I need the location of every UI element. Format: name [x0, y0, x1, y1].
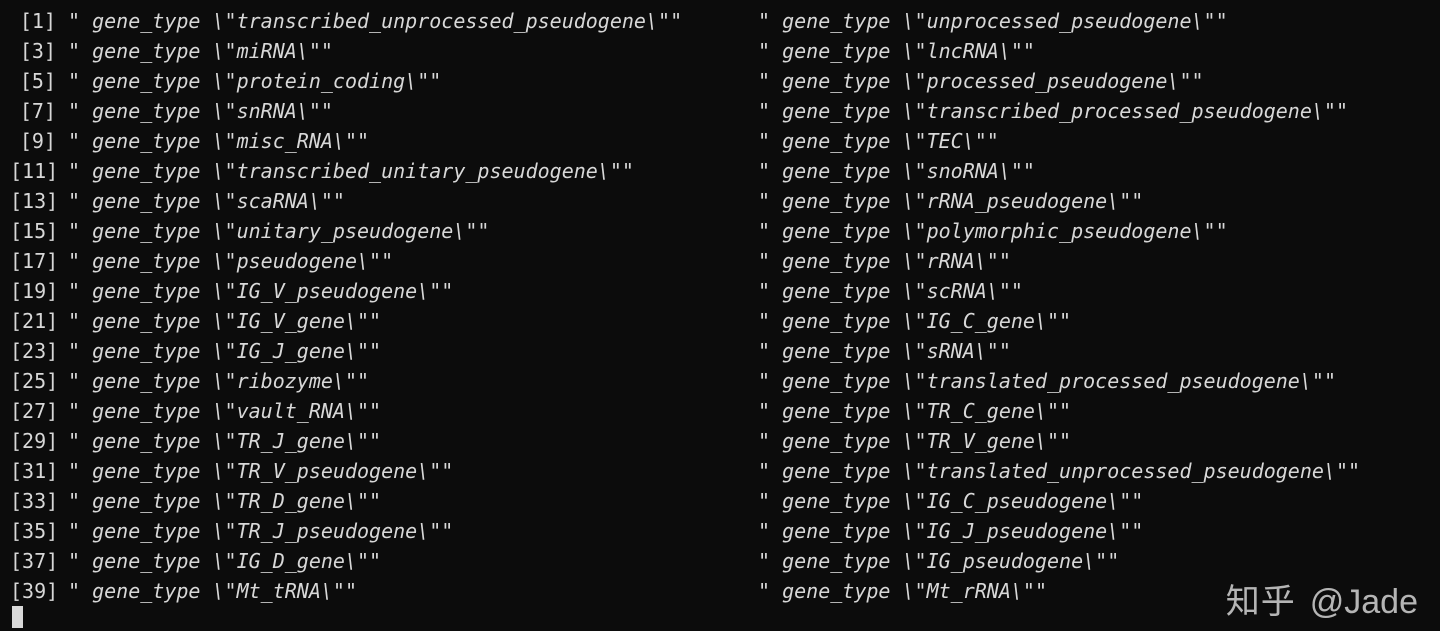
vector-element: " gene_type \"IG_V_pseudogene\"": [68, 276, 758, 306]
vector-element: " gene_type \"scRNA\"": [758, 276, 1430, 306]
output-row: [3] " gene_type \"miRNA\""" gene_type \"l…: [10, 36, 1430, 66]
row-index: [1]: [10, 6, 56, 36]
vector-element: " gene_type \"rRNA\"": [758, 246, 1430, 276]
row-index: [35]: [10, 516, 56, 546]
vector-element: " gene_type \"transcribed_unprocessed_ps…: [68, 6, 758, 36]
output-row: [37] " gene_type \"IG_D_gene\""" gene_typ…: [10, 546, 1430, 576]
vector-element: " gene_type \"IG_C_gene\"": [758, 306, 1430, 336]
row-index: [23]: [10, 336, 56, 366]
output-row: [33] " gene_type \"TR_D_gene\""" gene_typ…: [10, 486, 1430, 516]
output-row: [9] " gene_type \"misc_RNA\""" gene_type …: [10, 126, 1430, 156]
row-index: [27]: [10, 396, 56, 426]
vector-element: " gene_type \"IG_D_gene\"": [68, 546, 758, 576]
row-index: [11]: [10, 156, 56, 186]
output-row: [25] " gene_type \"ribozyme\""" gene_type…: [10, 366, 1430, 396]
output-row: [29] " gene_type \"TR_J_gene\""" gene_typ…: [10, 426, 1430, 456]
vector-element: " gene_type \"transcribed_unitary_pseudo…: [68, 156, 758, 186]
row-index: [7]: [10, 96, 56, 126]
vector-element: " gene_type \"translated_processed_pseud…: [758, 366, 1430, 396]
row-index: [17]: [10, 246, 56, 276]
vector-element: " gene_type \"snoRNA\"": [758, 156, 1430, 186]
vector-element: " gene_type \"vault_RNA\"": [68, 396, 758, 426]
output-row: [1] " gene_type \"transcribed_unprocessed…: [10, 6, 1430, 36]
output-row: [17] " gene_type \"pseudogene\""" gene_ty…: [10, 246, 1430, 276]
output-row: [19] " gene_type \"IG_V_pseudogene\""" ge…: [10, 276, 1430, 306]
row-index: [19]: [10, 276, 56, 306]
vector-element: " gene_type \"IG_C_pseudogene\"": [758, 486, 1430, 516]
output-row: [31] " gene_type \"TR_V_pseudogene\""" ge…: [10, 456, 1430, 486]
vector-element: " gene_type \"lncRNA\"": [758, 36, 1430, 66]
row-index: [13]: [10, 186, 56, 216]
row-index: [39]: [10, 576, 56, 606]
row-index: [25]: [10, 366, 56, 396]
vector-element: " gene_type \"TR_J_pseudogene\"": [68, 516, 758, 546]
vector-element: " gene_type \"TR_C_gene\"": [758, 396, 1430, 426]
vector-element: " gene_type \"sRNA\"": [758, 336, 1430, 366]
output-row: [23] " gene_type \"IG_J_gene\""" gene_typ…: [10, 336, 1430, 366]
output-row: [35] " gene_type \"TR_J_pseudogene\""" ge…: [10, 516, 1430, 546]
vector-element: " gene_type \"protein_coding\"": [68, 66, 758, 96]
vector-element: " gene_type \"translated_unprocessed_pse…: [758, 456, 1430, 486]
vector-element: " gene_type \"ribozyme\"": [68, 366, 758, 396]
row-index: [3]: [10, 36, 56, 66]
output-row: [27] " gene_type \"vault_RNA\""" gene_typ…: [10, 396, 1430, 426]
vector-element: " gene_type \"TEC\"": [758, 126, 1430, 156]
row-index: [37]: [10, 546, 56, 576]
output-row: [7] " gene_type \"snRNA\""" gene_type \"t…: [10, 96, 1430, 126]
output-row: [21] " gene_type \"IG_V_gene\""" gene_typ…: [10, 306, 1430, 336]
row-index: [5]: [10, 66, 56, 96]
prompt-line[interactable]: [10, 606, 1430, 631]
cursor-icon: [12, 606, 23, 628]
vector-element: " gene_type \"IG_J_pseudogene\"": [758, 516, 1430, 546]
vector-element: " gene_type \"transcribed_processed_pseu…: [758, 96, 1430, 126]
row-index: [15]: [10, 216, 56, 246]
row-index: [33]: [10, 486, 56, 516]
vector-element: " gene_type \"snRNA\"": [68, 96, 758, 126]
vector-element: " gene_type \"Mt_rRNA\"": [758, 576, 1430, 606]
output-row: [39] " gene_type \"Mt_tRNA\""" gene_type …: [10, 576, 1430, 606]
vector-element: " gene_type \"polymorphic_pseudogene\"": [758, 216, 1430, 246]
output-row: [5] " gene_type \"protein_coding\""" gene…: [10, 66, 1430, 96]
output-row: [13] " gene_type \"scaRNA\""" gene_type \…: [10, 186, 1430, 216]
vector-element: " gene_type \"TR_J_gene\"": [68, 426, 758, 456]
row-index: [21]: [10, 306, 56, 336]
vector-element: " gene_type \"miRNA\"": [68, 36, 758, 66]
vector-element: " gene_type \"IG_pseudogene\"": [758, 546, 1430, 576]
row-index: [31]: [10, 456, 56, 486]
vector-element: " gene_type \"IG_V_gene\"": [68, 306, 758, 336]
output-row: [15] " gene_type \"unitary_pseudogene\"""…: [10, 216, 1430, 246]
vector-element: " gene_type \"unprocessed_pseudogene\"": [758, 6, 1430, 36]
row-index: [29]: [10, 426, 56, 456]
vector-element: " gene_type \"misc_RNA\"": [68, 126, 758, 156]
vector-element: " gene_type \"pseudogene\"": [68, 246, 758, 276]
vector-element: " gene_type \"processed_pseudogene\"": [758, 66, 1430, 96]
vector-element: " gene_type \"Mt_tRNA\"": [68, 576, 758, 606]
output-row: [11] " gene_type \"transcribed_unitary_ps…: [10, 156, 1430, 186]
terminal-output: [1] " gene_type \"transcribed_unprocessed…: [0, 0, 1440, 631]
row-index: [9]: [10, 126, 56, 156]
vector-element: " gene_type \"TR_V_gene\"": [758, 426, 1430, 456]
vector-element: " gene_type \"scaRNA\"": [68, 186, 758, 216]
vector-element: " gene_type \"unitary_pseudogene\"": [68, 216, 758, 246]
vector-element: " gene_type \"TR_D_gene\"": [68, 486, 758, 516]
vector-element: " gene_type \"IG_J_gene\"": [68, 336, 758, 366]
vector-element: " gene_type \"rRNA_pseudogene\"": [758, 186, 1430, 216]
vector-element: " gene_type \"TR_V_pseudogene\"": [68, 456, 758, 486]
